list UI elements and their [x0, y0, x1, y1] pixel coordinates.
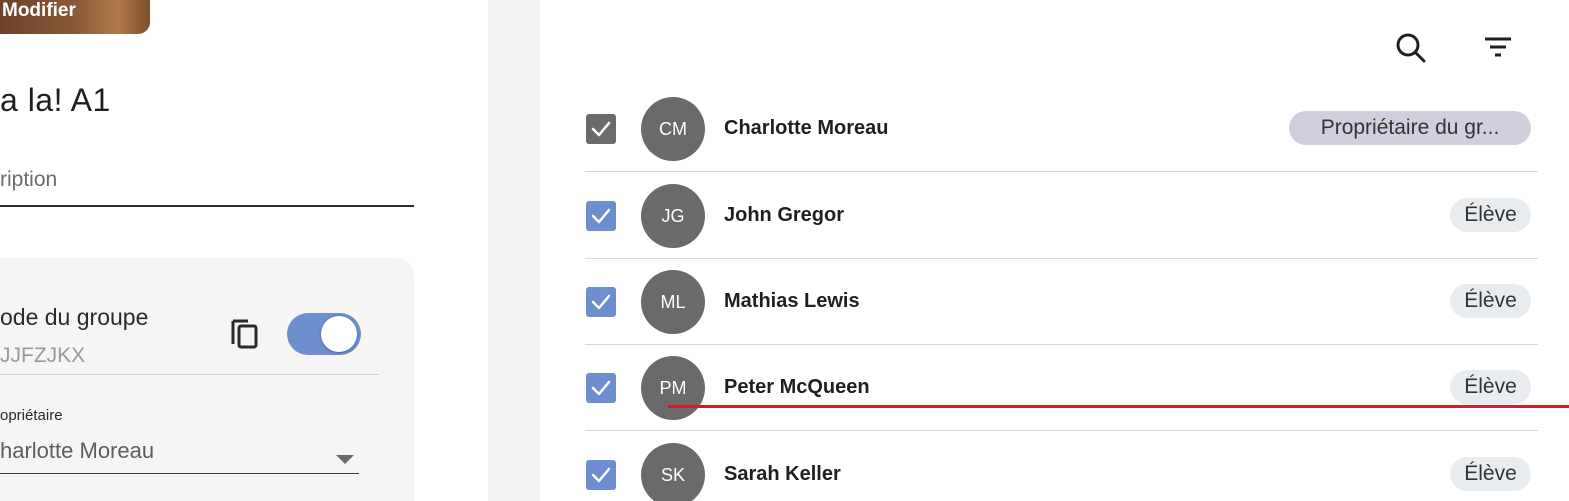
role-badge[interactable]: Élève [1450, 370, 1531, 404]
member-row[interactable]: JG John Gregor Élève [540, 173, 1538, 259]
avatar: JG [641, 184, 705, 248]
member-row[interactable]: SK Sarah Keller Élève [540, 432, 1538, 501]
group-settings-card: ode du groupe JJFZJKX opriétaire harlott… [0, 258, 414, 501]
member-checkbox[interactable] [586, 114, 616, 144]
description-placeholder: ription [0, 168, 58, 191]
group-name[interactable]: a la! A1 [0, 82, 111, 119]
row-divider [585, 171, 1538, 172]
checkmark-icon [591, 380, 611, 396]
group-code-toggle[interactable] [287, 313, 361, 355]
role-badge[interactable]: Propriétaire du gr... [1289, 111, 1531, 145]
filter-icon[interactable] [1482, 36, 1514, 60]
member-row[interactable]: PM Peter McQueen Élève [540, 345, 1538, 431]
owner-select-underline [0, 473, 359, 474]
search-icon[interactable] [1395, 32, 1427, 64]
copy-icon[interactable] [230, 316, 260, 350]
avatar: ML [641, 270, 705, 334]
owner-select[interactable]: harlotte Moreau [0, 438, 154, 464]
group-settings-panel: Modifier a la! A1 ription ode du groupe … [0, 0, 488, 501]
modify-cover-button[interactable]: Modifier [0, 0, 150, 34]
description-field[interactable]: ription [0, 165, 414, 207]
member-checkbox[interactable] [586, 287, 616, 317]
owner-label: opriétaire [0, 407, 63, 424]
checkmark-icon [591, 208, 611, 224]
checkmark-icon [591, 467, 611, 483]
avatar: SK [641, 443, 705, 501]
role-badge[interactable]: Élève [1450, 457, 1531, 491]
member-row[interactable]: CM Charlotte Moreau Propriétaire du gr... [540, 86, 1538, 172]
member-row[interactable]: ML Mathias Lewis Élève [540, 259, 1538, 345]
panel-gap [488, 0, 540, 501]
app-root: Modifier a la! A1 ription ode du groupe … [0, 0, 1569, 501]
modify-label: Modifier [2, 0, 76, 21]
highlight-line [668, 405, 1569, 408]
dropdown-arrow-icon[interactable] [336, 455, 354, 464]
card-divider [0, 374, 379, 375]
member-name: Charlotte Moreau [724, 117, 889, 139]
member-name: Sarah Keller [724, 463, 841, 485]
member-checkbox[interactable] [586, 201, 616, 231]
members-panel: CM Charlotte Moreau Propriétaire du gr... J… [540, 0, 1569, 501]
member-checkbox[interactable] [586, 460, 616, 490]
member-name: Mathias Lewis [724, 290, 860, 312]
avatar: CM [641, 97, 705, 161]
role-badge[interactable]: Élève [1450, 284, 1531, 318]
avatar: PM [641, 356, 705, 420]
group-code-value: JJFZJKX [0, 344, 86, 367]
member-name: Peter McQueen [724, 376, 870, 398]
group-code-label: ode du groupe [0, 304, 149, 330]
member-name: John Gregor [724, 204, 845, 226]
member-checkbox[interactable] [586, 373, 616, 403]
role-badge[interactable]: Élève [1450, 198, 1531, 232]
row-divider [585, 430, 1538, 431]
checkmark-icon [591, 121, 611, 137]
toggle-knob [321, 316, 357, 352]
checkmark-icon [591, 294, 611, 310]
